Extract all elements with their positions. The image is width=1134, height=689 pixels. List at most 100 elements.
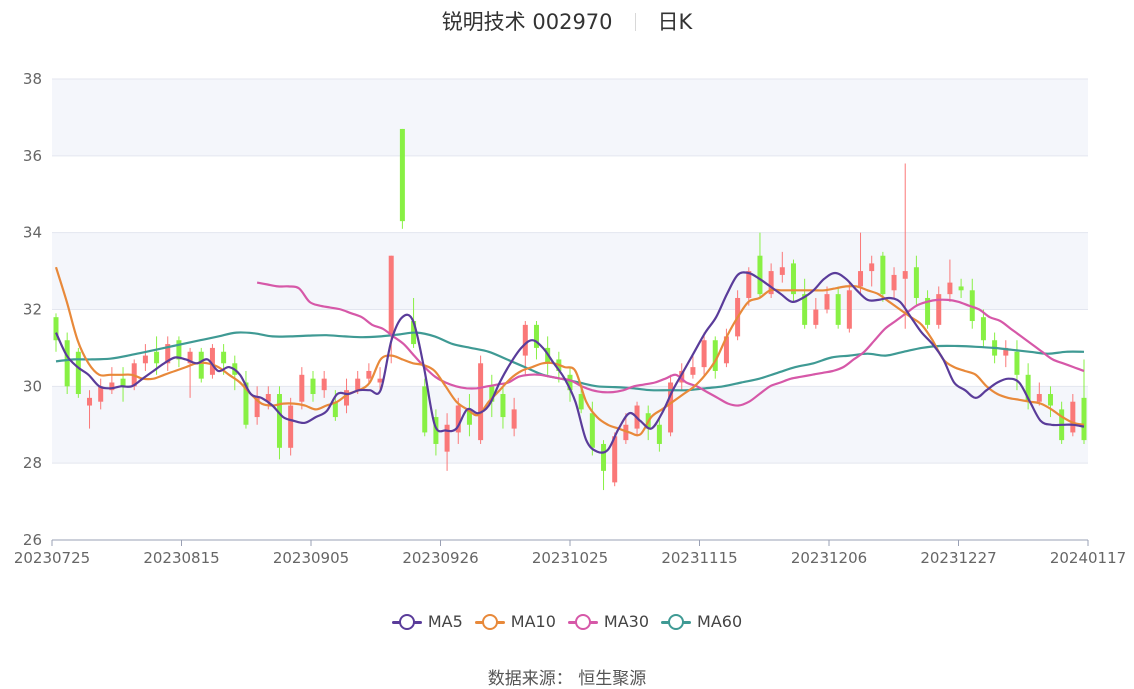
candle — [243, 370, 249, 429]
candle-body — [388, 255, 394, 337]
candle — [288, 397, 294, 456]
legend-swatch — [391, 613, 422, 630]
candle — [75, 347, 81, 398]
candle — [165, 336, 171, 371]
candle-body — [1014, 351, 1020, 375]
x-tick-label: 20240117 — [1050, 549, 1126, 567]
y-tick-label: 34 — [23, 224, 42, 242]
candle-body — [578, 394, 584, 410]
legend-label: MA10 — [510, 612, 556, 631]
candle-body — [880, 255, 886, 295]
y-tick-label: 32 — [23, 301, 42, 319]
data-source: 数据来源： 恒生聚源 — [0, 664, 1134, 689]
candle-body — [690, 367, 696, 375]
candle-body — [913, 267, 919, 298]
candle — [478, 355, 484, 444]
grid-band — [52, 232, 1088, 310]
candle-body — [1070, 401, 1076, 433]
candle-body — [500, 394, 506, 418]
candle-body — [779, 267, 785, 275]
candle-body — [478, 363, 484, 441]
candle-body — [310, 378, 316, 395]
candle-body — [321, 378, 327, 391]
candle-body — [858, 271, 864, 287]
x-tick-label: 20231227 — [920, 549, 996, 567]
candle-body — [422, 386, 428, 433]
candle — [198, 347, 204, 383]
x-tick-label: 20230725 — [14, 549, 90, 567]
candle-body — [221, 351, 227, 364]
candle-body — [746, 271, 752, 298]
legend-label: MA30 — [603, 612, 650, 631]
legend-item-ma30[interactable]: MA30 — [567, 612, 650, 631]
legend-swatch — [661, 613, 692, 630]
legend: MA5 MA10 MA30 MA60 — [0, 612, 1134, 634]
legend-swatch-circle — [481, 613, 498, 630]
x-tick-label: 20231115 — [661, 549, 737, 567]
candle-body — [142, 355, 148, 364]
candle-body — [344, 390, 350, 406]
candle-body — [757, 255, 763, 295]
candle-body — [1081, 397, 1087, 441]
candle-body — [902, 271, 908, 279]
candle-body — [947, 282, 953, 295]
candle-body — [64, 340, 70, 387]
legend-label: MA5 — [427, 612, 463, 631]
candle-body — [299, 374, 305, 402]
candle-body — [824, 294, 830, 310]
source-label: 数据来源： — [487, 669, 573, 689]
candle-body — [813, 309, 819, 325]
candle — [232, 355, 238, 391]
candle — [399, 128, 405, 229]
x-tick-label: 20230926 — [402, 549, 478, 567]
candle-body — [198, 351, 204, 379]
legend-swatch — [567, 613, 598, 630]
candle-body — [958, 286, 964, 291]
candle-body — [1036, 394, 1042, 402]
x-tick-label: 20230905 — [273, 549, 349, 567]
y-tick-label: 30 — [23, 377, 42, 395]
candle — [601, 440, 607, 491]
candle-body — [589, 413, 595, 448]
candle-body — [377, 378, 383, 383]
candle-body — [288, 405, 294, 448]
legend-swatch-circle — [668, 613, 685, 630]
candle-body — [511, 409, 517, 429]
candle-body — [1047, 394, 1053, 406]
candle-body — [980, 317, 986, 341]
candle-body — [869, 263, 875, 272]
candle — [53, 313, 59, 352]
legend-item-ma60[interactable]: MA60 — [661, 612, 742, 631]
candle — [109, 367, 115, 395]
legend-swatch-circle — [398, 613, 415, 630]
candle-body — [522, 324, 528, 356]
candle-body — [366, 370, 372, 379]
candle-body — [87, 397, 93, 406]
y-tick-label: 38 — [23, 70, 42, 88]
legend-swatch-circle — [574, 613, 591, 630]
legend-item-ma5[interactable]: MA5 — [391, 612, 463, 631]
candle — [176, 336, 182, 368]
y-tick-label: 26 — [23, 531, 42, 549]
legend-item-ma10[interactable]: MA10 — [474, 612, 556, 631]
legend-swatch — [474, 613, 505, 630]
candle-body — [846, 290, 852, 329]
candle-body — [835, 294, 841, 325]
candle — [1003, 340, 1009, 368]
grid-bands — [52, 79, 1088, 464]
legend-label: MA60 — [697, 612, 743, 631]
candle-body — [276, 394, 282, 448]
candle — [1081, 359, 1087, 444]
candle — [142, 344, 148, 371]
candle-body — [399, 128, 405, 222]
y-tick-label: 28 — [23, 454, 42, 472]
x-tick-label: 20231025 — [532, 549, 608, 567]
grid-band — [52, 79, 1088, 156]
candle-body — [444, 424, 450, 452]
x-tick-label: 20230815 — [143, 549, 219, 567]
x-tick-label: 20231206 — [791, 549, 867, 567]
candle-body — [154, 351, 160, 364]
candle-body — [601, 443, 607, 471]
source-name: 恒生聚源 — [578, 669, 647, 689]
candle — [64, 332, 70, 395]
